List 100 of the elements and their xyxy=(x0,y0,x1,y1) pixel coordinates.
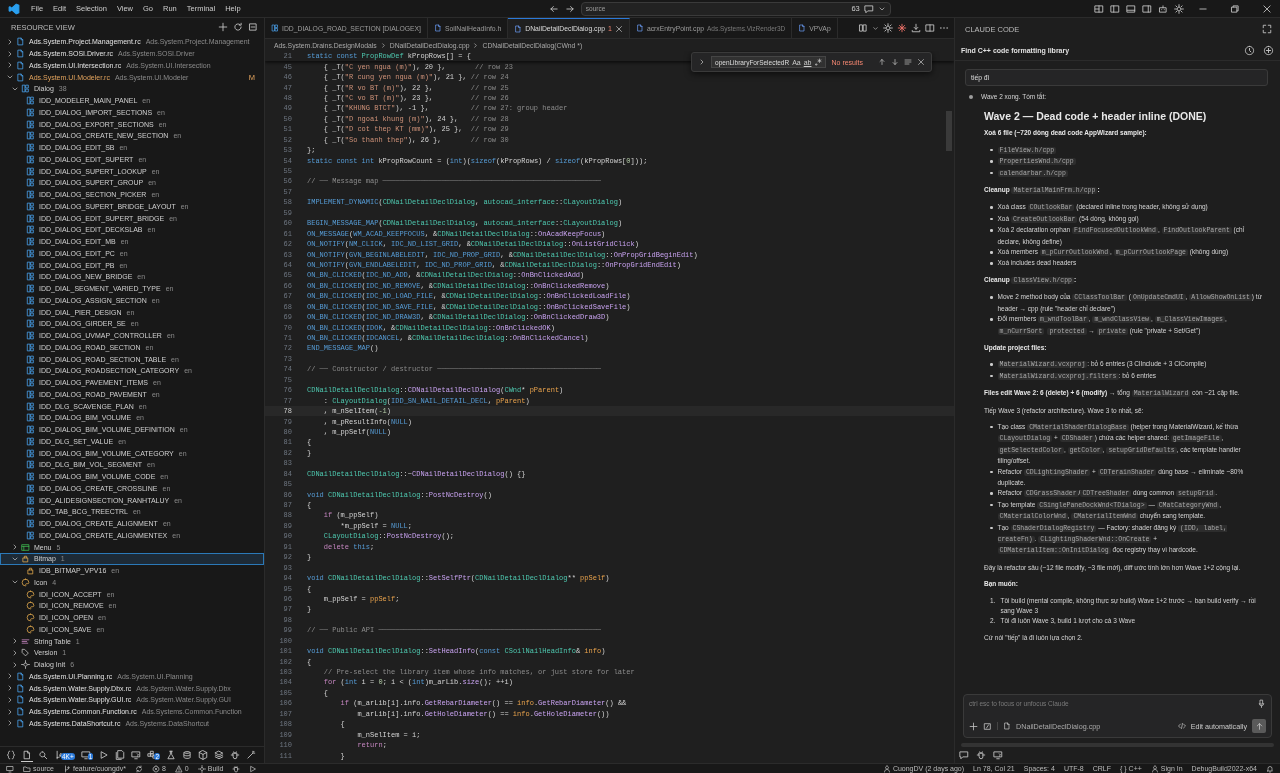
add-icon[interactable] xyxy=(969,721,978,731)
file-icon xyxy=(1003,722,1011,730)
sidebar-icon[interactable] xyxy=(1142,3,1152,14)
refresh-icon[interactable] xyxy=(233,22,243,32)
bullet-dot xyxy=(990,229,993,232)
files-icon xyxy=(115,750,126,760)
file-icon xyxy=(16,671,25,681)
bell-icon[interactable] xyxy=(1266,764,1274,773)
branch-icon[interactable] xyxy=(63,764,71,773)
close-icon[interactable] xyxy=(917,58,925,66)
sparkle-icon[interactable] xyxy=(897,23,907,33)
search-icon xyxy=(38,750,48,760)
dialog-icon xyxy=(26,166,35,176)
bug-icon xyxy=(230,750,240,760)
scrollbar-thumb[interactable] xyxy=(946,111,952,151)
dialog-icon xyxy=(26,307,35,317)
close-icon[interactable] xyxy=(614,24,623,33)
regex-icon[interactable] xyxy=(814,58,823,66)
monitor-icon[interactable] xyxy=(6,764,14,773)
slash-command-icon[interactable] xyxy=(983,721,992,731)
dialog-icon xyxy=(26,190,35,200)
split-editor-icon[interactable] xyxy=(925,23,935,33)
activity-button[interactable] xyxy=(5,749,17,761)
microphone-icon[interactable] xyxy=(1257,699,1266,708)
activity-button[interactable] xyxy=(37,749,49,761)
send-button[interactable] xyxy=(1252,719,1266,733)
activity-button[interactable] xyxy=(197,749,209,761)
warning-icon[interactable] xyxy=(174,764,183,773)
code-icon xyxy=(1177,722,1186,730)
close-icon[interactable] xyxy=(1262,3,1272,14)
status-dot xyxy=(969,95,973,100)
chevron-right-icon xyxy=(472,41,480,49)
bullet-dot xyxy=(990,171,993,175)
dialog-icon xyxy=(26,225,35,235)
lock-icon xyxy=(26,566,35,576)
dialog-icon xyxy=(26,495,35,505)
bug-icon[interactable] xyxy=(976,750,986,760)
person-icon[interactable] xyxy=(1150,764,1159,773)
dialog-icon xyxy=(26,378,35,388)
dialog-icon xyxy=(26,331,35,341)
back-arrow-icon[interactable] xyxy=(548,3,559,14)
chat-icon[interactable] xyxy=(959,750,969,760)
bullet-dot xyxy=(990,262,993,265)
dialog-icon xyxy=(26,319,35,329)
dialog-icon xyxy=(26,342,35,352)
bullet-dot xyxy=(990,318,993,321)
activity-button[interactable] xyxy=(229,749,241,761)
caret-icon[interactable] xyxy=(872,24,879,32)
text-lines-icon xyxy=(21,636,30,646)
activity-button[interactable] xyxy=(165,749,177,761)
activity-button[interactable] xyxy=(181,749,193,761)
activity-button[interactable] xyxy=(114,749,127,761)
bullet-dot xyxy=(990,492,993,495)
file-icon xyxy=(22,749,32,760)
dialog-icon xyxy=(26,107,35,117)
dialog-icon xyxy=(26,448,35,458)
settings-icon[interactable] xyxy=(1174,3,1184,14)
settings-icon[interactable] xyxy=(883,23,893,33)
sync-icon[interactable] xyxy=(134,764,143,773)
layout-icon[interactable] xyxy=(1094,3,1104,14)
dialog-icon xyxy=(26,248,35,258)
compare-icon[interactable] xyxy=(858,23,868,33)
down-arrow-icon[interactable] xyxy=(891,58,899,66)
dialog-icon xyxy=(26,201,35,211)
monitor-icon xyxy=(80,750,91,760)
download-icon[interactable] xyxy=(911,23,921,33)
activity-button[interactable] xyxy=(130,749,143,761)
expand-icon[interactable] xyxy=(1262,24,1272,34)
activity-button[interactable] xyxy=(21,748,33,762)
activity-button[interactable] xyxy=(245,749,257,761)
run-icon[interactable] xyxy=(249,764,258,773)
dialog-icon xyxy=(26,295,35,305)
source-control-icon xyxy=(54,750,64,760)
dialog-icon xyxy=(26,237,35,247)
lock-icon xyxy=(21,554,30,564)
cube-icon xyxy=(198,750,208,760)
chat-heading: Wave 2 — Dead code + header inline (DONE) xyxy=(984,110,1208,123)
activity-button[interactable] xyxy=(98,749,111,761)
history-icon[interactable] xyxy=(1244,44,1255,56)
chevron-right-icon xyxy=(379,41,387,49)
menu-icon xyxy=(21,542,30,552)
add-icon[interactable] xyxy=(218,22,228,32)
bug-icon[interactable] xyxy=(232,764,241,773)
collapse-icon[interactable] xyxy=(248,22,258,32)
person-icon[interactable] xyxy=(882,764,891,773)
sidebar-icon[interactable] xyxy=(1110,3,1120,14)
chat-icon[interactable] xyxy=(863,3,874,14)
braces-icon xyxy=(6,750,16,760)
panel-icon[interactable] xyxy=(1126,3,1136,14)
activity-button[interactable] xyxy=(213,749,225,761)
dialog-icon xyxy=(26,519,35,529)
monitor-icon[interactable] xyxy=(993,750,1003,760)
restore-icon[interactable] xyxy=(1230,3,1240,14)
dialog-icon xyxy=(26,131,35,141)
folder-icon[interactable] xyxy=(23,764,31,773)
forward-arrow-icon[interactable] xyxy=(564,3,575,14)
robot-icon[interactable] xyxy=(1158,3,1168,14)
up-arrow-icon[interactable] xyxy=(878,58,886,66)
dialog-icon xyxy=(26,401,35,411)
new-chat-icon[interactable] xyxy=(1263,44,1274,56)
